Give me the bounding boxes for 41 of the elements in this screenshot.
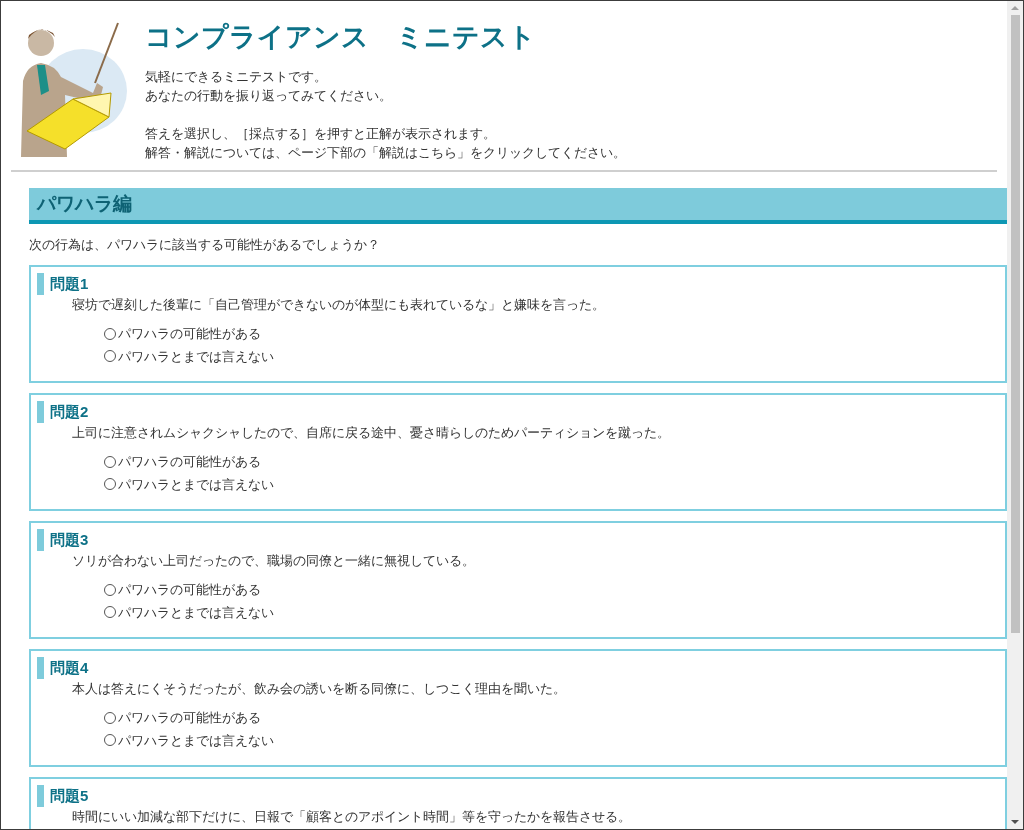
radio-option[interactable]: パワハラとまでは言えない bbox=[104, 730, 274, 750]
question-text: 本人は答えにくそうだったが、飲み会の誘いを断る同僚に、しつこく理由を聞いた。 bbox=[72, 681, 566, 697]
question-title: 問題4 bbox=[50, 657, 89, 678]
scrollbar[interactable] bbox=[1007, 1, 1023, 829]
radio-button[interactable] bbox=[104, 606, 116, 619]
lead-text: 次の行為は、パワハラに該当する可能性があるでしょうか？ bbox=[29, 236, 380, 254]
section-title: パワハラ編 bbox=[37, 191, 132, 216]
radio-option[interactable]: パワハラの可能性がある bbox=[104, 324, 261, 344]
radio-button[interactable] bbox=[104, 734, 116, 747]
radio-option[interactable]: パワハラの可能性がある bbox=[104, 580, 261, 600]
title-marker bbox=[37, 272, 44, 295]
title-marker bbox=[37, 528, 44, 551]
title-marker bbox=[37, 656, 44, 679]
radio-button[interactable] bbox=[104, 455, 116, 468]
radio-option[interactable]: パワハラとまでは言えない bbox=[104, 474, 274, 494]
radio-option[interactable]: パワハラの可能性がある bbox=[104, 452, 261, 472]
radio-option[interactable]: パワハラの可能性がある bbox=[104, 708, 261, 728]
question-title: 問題5 bbox=[50, 785, 89, 806]
scrollbar-thumb[interactable] bbox=[1010, 15, 1020, 633]
radio-button[interactable] bbox=[104, 711, 116, 724]
page-title: コンプライアンス ミニテスト bbox=[145, 21, 536, 53]
title-marker bbox=[37, 400, 44, 423]
question-title: 問題3 bbox=[50, 529, 89, 550]
question-text: 時間にいい加減な部下だけに、日報で「顧客とのアポイント時間」等を守ったかを報告させる。 bbox=[72, 809, 631, 825]
radio-option[interactable]: パワハラとまでは言えない bbox=[104, 602, 274, 622]
radio-button[interactable] bbox=[104, 478, 116, 491]
question-text: ソリが合わない上司だったので、職場の同僚と一緒に無視している。 bbox=[72, 553, 475, 569]
intro-text: 気軽にできるミニテストです。 bbox=[145, 68, 327, 86]
scroll-down-icon[interactable] bbox=[1011, 820, 1019, 824]
question-text: 寝坊で遅刻した後輩に「自己管理ができないのが体型にも表れているな」と嫌味を言った。 bbox=[72, 297, 605, 313]
radio-button[interactable] bbox=[104, 327, 116, 340]
question-text: 上司に注意されムシャクシャしたので、自席に戻る途中、憂さ晴らしのためパーティションを蹴った。 bbox=[72, 425, 670, 441]
radio-option[interactable]: パワハラとまでは言えない bbox=[104, 346, 274, 366]
radio-button[interactable] bbox=[104, 350, 116, 363]
title-marker bbox=[37, 784, 44, 807]
question-title: 問題2 bbox=[50, 401, 89, 422]
radio-button[interactable] bbox=[104, 583, 116, 596]
instruction-text: 答えを選択し、［採点する］を押すと正解が表示されます。 bbox=[145, 125, 496, 143]
intro-text: あなたの行動を振り返ってみてください。 bbox=[145, 87, 392, 105]
question-title: 問題1 bbox=[50, 273, 89, 294]
instruction-text: 解答・解説については、ページ下部の「解説はこちら」をクリックしてください。 bbox=[145, 144, 626, 162]
